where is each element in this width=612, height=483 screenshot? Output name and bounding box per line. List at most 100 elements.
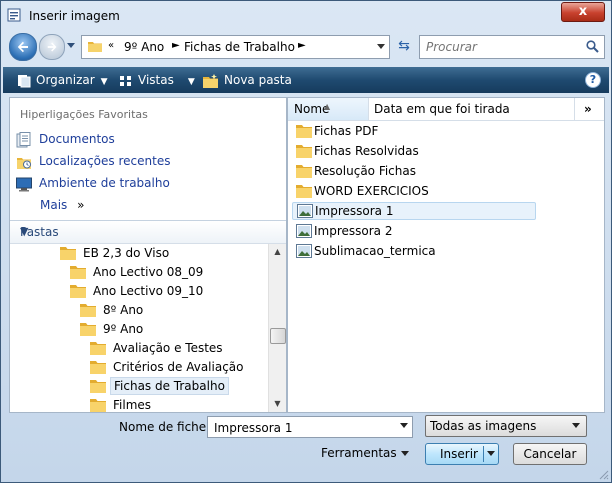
tree-item-label: EB 2,3 do Viso	[83, 246, 170, 260]
back-arrow-icon	[17, 41, 28, 53]
file-name: Impressora 1	[315, 204, 394, 218]
image-file-icon	[296, 224, 312, 238]
column-header-nome[interactable]: Nome ▲	[288, 98, 369, 120]
file-item-fichas-resolvidas[interactable]: Fichas Resolvidas	[292, 142, 534, 160]
tree-item-label: Avaliação e Testes	[113, 341, 223, 355]
help-icon[interactable]: ?	[585, 72, 601, 88]
more-columns-button[interactable]: »	[578, 98, 604, 120]
insert-label: Inserir	[440, 447, 478, 461]
filetype-select[interactable]: Todas as imagens	[425, 415, 587, 437]
folders-header[interactable]: Pastas ▼	[10, 220, 286, 244]
tree-item-label: 9º Ano	[103, 322, 144, 336]
file-item-fichas-pdf[interactable]: Fichas PDF	[292, 122, 534, 140]
new-folder-label: Nova pasta	[224, 73, 292, 87]
resize-grip-icon[interactable]	[599, 470, 609, 480]
tools-label: Ferramentas	[321, 446, 397, 460]
window-title: Inserir imagem	[29, 9, 120, 23]
search-input[interactable]	[424, 38, 578, 56]
breadcrumb-separator-icon[interactable]: ►	[298, 40, 306, 51]
folder-icon	[80, 304, 96, 317]
breadcrumb-fichas-de-trabalho[interactable]: Fichas de Trabalho	[184, 40, 295, 54]
organize-icon	[18, 74, 31, 87]
favorites-heading: Hiperligações Favoritas	[20, 108, 148, 121]
recent-places-icon	[17, 158, 31, 169]
dialog-window: Inserir imagem x « 9º Ano ► Fichas de Tr…	[0, 0, 612, 483]
tree-item-label: Filmes	[113, 398, 152, 412]
breadcrumb-separator-icon[interactable]: ►	[172, 40, 180, 51]
refresh-button[interactable]: ⇆	[395, 35, 413, 57]
close-button[interactable]: x	[561, 2, 605, 22]
cancel-button[interactable]: Cancelar	[513, 443, 587, 465]
organize-label: Organizar	[36, 73, 95, 87]
favorite-label: Documentos	[39, 132, 115, 146]
chevron-down-icon	[377, 44, 385, 49]
folder-tree-scrollbar[interactable]: ▲ ▼	[268, 244, 286, 412]
column-label: Data em que foi tirada	[374, 102, 510, 116]
insert-options-dropdown-icon[interactable]	[487, 451, 495, 457]
address-bar[interactable]: « 9º Ano ► Fichas de Trabalho ►	[81, 35, 375, 59]
chevron-down-icon	[572, 423, 580, 428]
scroll-down-icon[interactable]: ▼	[269, 396, 286, 412]
file-name: Resolução Fichas	[314, 164, 416, 178]
tree-item-label: Ano Lectivo 08_09	[93, 265, 204, 279]
insert-button[interactable]: Inserir	[425, 443, 499, 465]
forward-arrow-icon	[47, 42, 57, 52]
filename-combobox[interactable]	[207, 416, 413, 438]
word-app-icon	[7, 8, 21, 22]
folder-icon	[90, 342, 106, 355]
documents-icon	[16, 132, 31, 148]
scrollbar-thumb[interactable]	[270, 328, 286, 344]
file-item-word-exercicios[interactable]: WORD EXERCICIOS	[292, 182, 534, 200]
folder-icon	[296, 165, 312, 178]
forward-button[interactable]	[39, 34, 65, 60]
chevron-down-icon: ▼	[100, 77, 108, 87]
more-favorites-link[interactable]: Mais »	[40, 198, 84, 212]
favorite-label: Localizações recentes	[39, 154, 171, 168]
command-toolbar: Organizar ▼ Vistas ▼ Nova pasta ?	[3, 67, 609, 93]
file-item-sublimacao-termica[interactable]: Sublimacao_termica	[292, 242, 534, 260]
cancel-label: Cancelar	[523, 447, 577, 461]
history-dropdown-icon[interactable]	[67, 41, 75, 49]
column-header-row: Nome ▲ Data em que foi tirada »	[288, 98, 604, 121]
views-icon	[120, 75, 131, 86]
chevron-right-icon: »	[77, 198, 85, 212]
folder-icon	[70, 266, 86, 279]
column-header-data[interactable]: Data em que foi tirada	[368, 98, 575, 120]
title-bar: Inserir imagem x	[1, 1, 611, 31]
folder-icon	[296, 145, 312, 158]
file-item-impressora-1[interactable]: Impressora 1	[292, 202, 536, 220]
chevron-down-icon: ▼	[187, 77, 195, 87]
filename-input[interactable]	[212, 419, 392, 437]
folder-icon	[90, 380, 106, 393]
file-name: Fichas Resolvidas	[314, 144, 419, 158]
new-folder-button[interactable]: Nova pasta	[203, 72, 292, 88]
file-list-pane: Nome ▲ Data em que foi tirada » Fichas P…	[287, 97, 605, 413]
address-dropdown-button[interactable]	[373, 35, 390, 59]
search-box[interactable]	[419, 35, 605, 59]
image-file-icon	[297, 204, 313, 218]
folder-icon	[90, 361, 106, 374]
organize-menu[interactable]: Organizar ▼	[17, 72, 108, 88]
image-file-icon	[296, 244, 312, 258]
file-item-resolucao-fichas[interactable]: Resolução Fichas	[292, 162, 534, 180]
scroll-up-icon[interactable]: ▲	[269, 244, 286, 260]
search-icon[interactable]	[586, 40, 599, 53]
tools-menu[interactable]: Ferramentas	[321, 446, 409, 460]
file-item-impressora-2[interactable]: Impressora 2	[292, 222, 534, 240]
more-label: Mais	[40, 198, 68, 212]
folder-icon	[80, 323, 96, 336]
navigation-pane: Hiperligações Favoritas Documentos Local…	[9, 97, 287, 413]
overflow-chevron[interactable]: «	[108, 40, 114, 51]
chevron-down-icon	[401, 451, 409, 456]
breadcrumb-9-ano[interactable]: 9º Ano	[124, 40, 164, 54]
chevron-down-icon[interactable]	[400, 423, 408, 429]
views-menu[interactable]: Vistas ▼	[119, 72, 195, 88]
new-folder-icon	[203, 73, 218, 88]
favorite-label: Ambiente de trabalho	[39, 176, 170, 190]
navigation-bar: « 9º Ano ► Fichas de Trabalho ► ⇆	[9, 33, 605, 61]
back-button[interactable]	[9, 33, 37, 61]
tree-item-label: Fichas de Trabalho	[110, 377, 229, 395]
split-divider	[483, 446, 484, 462]
file-name: Sublimacao_termica	[314, 244, 436, 258]
sort-ascending-icon: ▲	[324, 102, 331, 111]
